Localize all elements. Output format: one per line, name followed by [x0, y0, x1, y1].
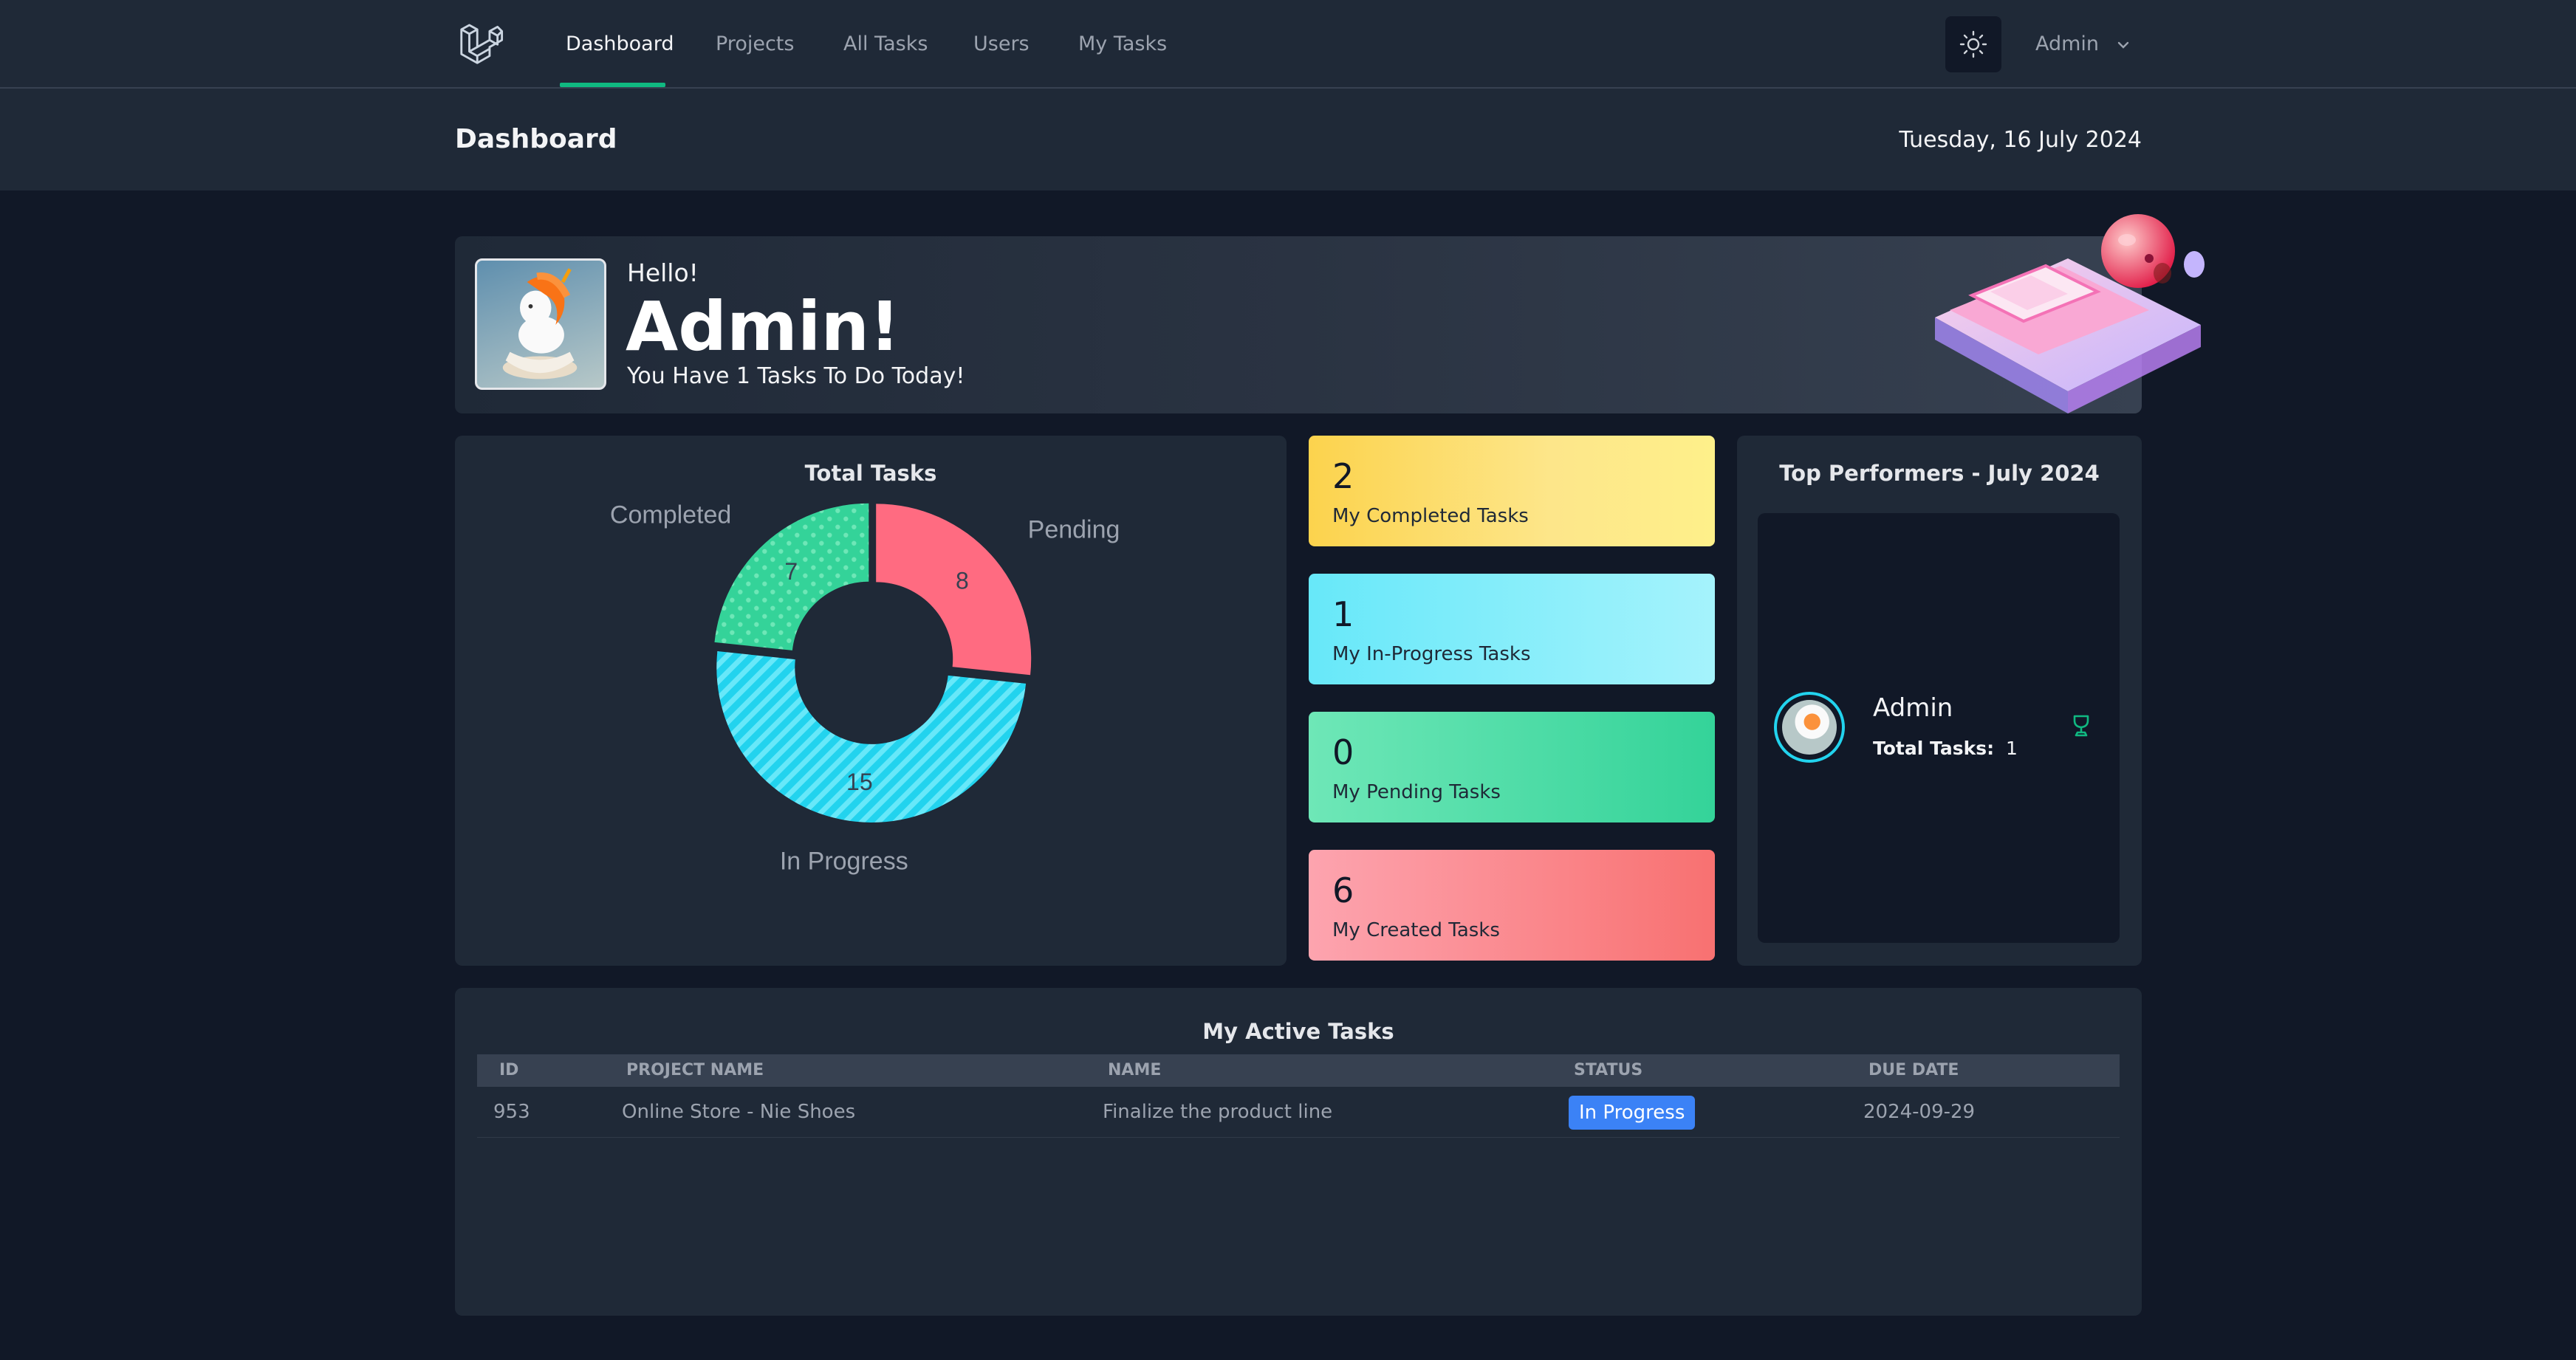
- current-date: Tuesday, 16 July 2024: [1899, 127, 2142, 153]
- created-tasks-card[interactable]: 6 My Created Tasks: [1309, 850, 1715, 961]
- status-badge: In Progress: [1569, 1096, 1696, 1130]
- user-menu-button[interactable]: Admin: [2035, 0, 2131, 87]
- task-id: 953: [493, 1101, 530, 1123]
- desk-illustration: [1935, 214, 2205, 413]
- nav-all-tasks[interactable]: All Tasks: [843, 0, 928, 87]
- sun-icon: [1959, 30, 1987, 58]
- donut-category-label: Pending: [1028, 515, 1120, 543]
- donut-slice-in-progress[interactable]: [716, 651, 1027, 822]
- donut-slice-pending[interactable]: [876, 504, 1032, 676]
- performer-avatar: [1774, 692, 1845, 763]
- donut-value-label: 7: [784, 558, 798, 585]
- top-navbar: Dashboard Projects All Tasks Users My Ta…: [0, 0, 2576, 89]
- welcome-username: Admin!: [626, 287, 900, 366]
- completed-count: 2: [1332, 456, 1354, 496]
- table-row[interactable]: 953 Online Store - Nie Shoes Finalize th…: [477, 1087, 2120, 1138]
- trophy-icon: [2073, 715, 2089, 737]
- created-count: 6: [1332, 870, 1354, 910]
- nav-projects[interactable]: Projects: [716, 0, 794, 87]
- active-tasks-title: My Active Tasks: [1202, 1019, 1394, 1044]
- theme-toggle-button[interactable]: [1945, 16, 2001, 72]
- performer-total-value: 1: [2006, 738, 2018, 759]
- nav-users[interactable]: Users: [973, 0, 1030, 87]
- column-due-date: DUE DATE: [1868, 1061, 1959, 1079]
- nav-dashboard[interactable]: Dashboard: [566, 0, 674, 87]
- todo-summary: You Have 1 Tasks To Do Today!: [627, 363, 965, 389]
- user-avatar: [475, 258, 606, 390]
- pending-count: 0: [1332, 732, 1354, 772]
- chevron-down-icon: [2117, 41, 2128, 49]
- task-due-date: 2024-09-29: [1863, 1101, 1976, 1123]
- performer-total: Total Tasks: 1: [1873, 738, 2018, 759]
- active-tab-indicator: [560, 83, 665, 87]
- total-tasks-panel: Total Tasks 8 Pending 15 In Progress 7 Comple…: [455, 436, 1287, 966]
- donut-value-label: 8: [956, 567, 969, 594]
- column-id: ID: [499, 1061, 519, 1079]
- performer-total-label: Total Tasks:: [1873, 738, 1995, 759]
- donut-category-label: In Progress: [780, 848, 908, 876]
- task-name[interactable]: Finalize the product line: [1103, 1087, 1332, 1137]
- performer-avatar-image: [1782, 700, 1837, 755]
- pending-tasks-card[interactable]: 0 My Pending Tasks: [1309, 712, 1715, 822]
- column-status: STATUS: [1574, 1061, 1643, 1079]
- page-header: [0, 89, 2576, 190]
- top-performers-title: Top Performers - July 2024: [1779, 461, 2100, 486]
- laravel-logo-icon[interactable]: [458, 21, 504, 66]
- task-project[interactable]: Online Store - Nie Shoes: [622, 1087, 855, 1137]
- donut-category-label: Completed: [610, 502, 731, 529]
- unicorn-avatar-icon: [502, 268, 578, 380]
- created-label: My Created Tasks: [1332, 919, 1500, 941]
- in-progress-label: My In-Progress Tasks: [1332, 643, 1531, 665]
- greeting-text: Hello!: [627, 258, 699, 287]
- completed-label: My Completed Tasks: [1332, 505, 1529, 527]
- active-tasks-panel: My Active Tasks: [455, 988, 2142, 1316]
- in-progress-count: 1: [1332, 594, 1354, 634]
- nav-my-tasks[interactable]: My Tasks: [1078, 0, 1167, 87]
- total-tasks-donut-chart: 8 Pending 15 In Progress 7 Completed: [610, 502, 1120, 876]
- column-name: NAME: [1108, 1061, 1162, 1079]
- column-project-name: PROJECT NAME: [626, 1061, 764, 1079]
- table-header: ID PROJECT NAME NAME STATUS DUE DATE: [477, 1054, 2120, 1087]
- in-progress-tasks-card[interactable]: 1 My In-Progress Tasks: [1309, 574, 1715, 684]
- user-menu-label: Admin: [2035, 32, 2100, 55]
- total-tasks-title: Total Tasks: [804, 461, 937, 486]
- performer-name: Admin: [1873, 693, 1953, 723]
- completed-tasks-card[interactable]: 2 My Completed Tasks: [1309, 436, 1715, 546]
- page-title: Dashboard: [455, 124, 617, 154]
- donut-value-label: 15: [846, 769, 873, 795]
- pending-label: My Pending Tasks: [1332, 781, 1501, 803]
- top-performer-card: Admin Total Tasks: 1: [1758, 513, 2120, 943]
